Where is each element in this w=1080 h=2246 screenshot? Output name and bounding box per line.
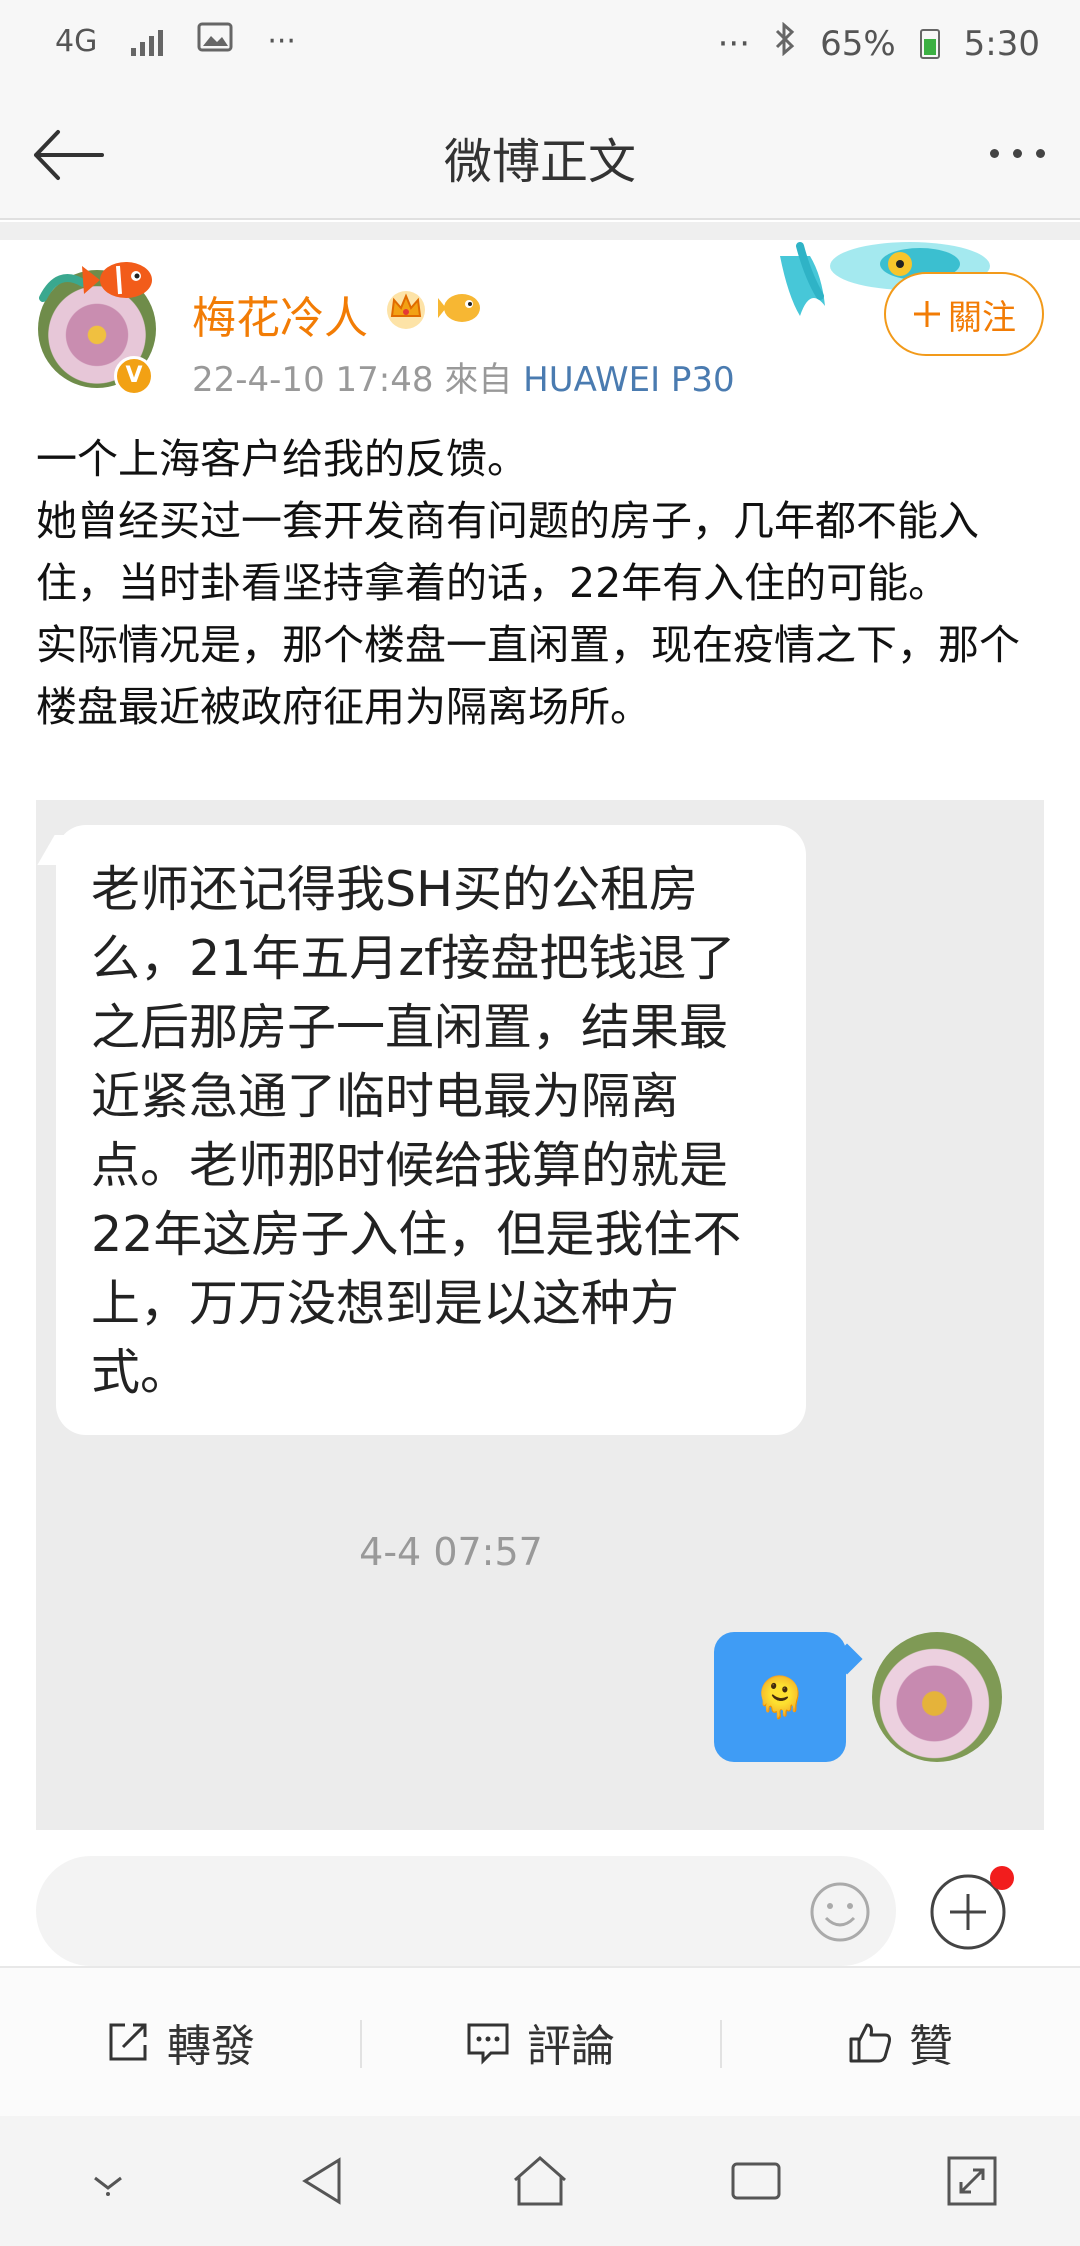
comment-button[interactable]: 評論 xyxy=(360,1968,720,2116)
expand-screen-icon[interactable] xyxy=(937,2146,1007,2216)
smiley-icon[interactable] xyxy=(808,1880,872,1944)
verified-badge-icon: V xyxy=(114,356,154,396)
embedded-chat-screenshot[interactable]: 老师还记得我SH买的公租房么，21年五月zf接盘把钱退了之后那房子一直闲置，结果… xyxy=(36,800,1044,1830)
fish-badge-icon xyxy=(438,294,480,322)
chat-timestamp: 4-4 07:57 xyxy=(359,1530,543,1574)
home-icon[interactable] xyxy=(505,2146,575,2216)
back-triangle-icon[interactable] xyxy=(289,2146,359,2216)
source-prefix: 來自 xyxy=(444,360,513,400)
comment-input[interactable] xyxy=(36,1856,896,1966)
status-bar: 4G ··· ··· 65% 5:30 xyxy=(0,0,1080,90)
system-nav-bar xyxy=(0,2116,1080,2246)
emoji-icon: 🫠 xyxy=(755,1674,805,1721)
post-paragraph: 她曾经买过一套开发商有问题的房子，几年都不能入住，当时卦看坚持拿着的话，22年有… xyxy=(36,497,979,607)
plus-icon xyxy=(914,301,940,327)
recent-apps-icon[interactable] xyxy=(721,2146,791,2216)
signal-icon xyxy=(131,26,164,56)
chat-message-bubble: 老师还记得我SH买的公租房么，21年五月zf接盘把钱退了之后那房子一直闲置，结果… xyxy=(56,825,806,1435)
repost-button[interactable]: 轉發 xyxy=(0,1968,360,2116)
post-meta: 22-4-10 17:48 來自 HUAWEI P30 xyxy=(192,352,735,401)
post-body: 一个上海客户给我的反馈。 她曾经买过一套开发商有问题的房子，几年都不能入住，当时… xyxy=(36,428,1046,738)
battery-percent: 65% xyxy=(820,23,896,64)
reply-emoji-bubble: 🫠 xyxy=(714,1632,846,1762)
author-name[interactable]: 梅花冷人 xyxy=(192,282,368,346)
more-status-dots: ··· xyxy=(267,23,296,59)
sender-avatar xyxy=(872,1632,1002,1762)
post-paragraph: 一个上海客户给我的反馈。 xyxy=(36,435,528,483)
more-status-dots-right: ··· xyxy=(717,23,751,64)
clock: 5:30 xyxy=(963,23,1040,64)
vip-crown-icon xyxy=(387,291,425,329)
post-action-bar: 轉發 評論 贊 xyxy=(0,1966,1080,2116)
source-device-link[interactable]: HUAWEI P30 xyxy=(523,360,735,400)
chevron-down-icon[interactable] xyxy=(73,2146,143,2216)
share-icon xyxy=(109,2023,147,2061)
comment-label: 評論 xyxy=(527,2021,615,2072)
like-label: 贊 xyxy=(909,2021,953,2072)
battery-icon xyxy=(919,28,940,59)
follow-label: 關注 xyxy=(948,297,1016,338)
bluetooth-icon xyxy=(774,21,796,65)
page-title: 微博正文 xyxy=(443,134,636,190)
comment-icon xyxy=(467,2023,509,2065)
notification-dot xyxy=(990,1866,1014,1890)
more-options-icon[interactable] xyxy=(982,138,1052,168)
repost-label: 轉發 xyxy=(167,2021,255,2072)
image-icon xyxy=(197,22,233,60)
network-label: 4G xyxy=(55,23,98,59)
like-button[interactable]: 贊 xyxy=(720,1968,1080,2116)
post-timestamp: 22-4-10 17:48 xyxy=(192,360,434,400)
top-header: 微博正文 xyxy=(0,90,1080,220)
thumbs-up-icon xyxy=(849,2023,891,2063)
post-paragraph: 实际情况是，那个楼盘一直闲置，现在疫情之下，那个楼盘最近被政府征用为隔离场所。 xyxy=(36,621,1020,731)
follow-button[interactable]: 關注 xyxy=(884,272,1044,356)
fish-avatar-frame-icon xyxy=(39,262,152,302)
